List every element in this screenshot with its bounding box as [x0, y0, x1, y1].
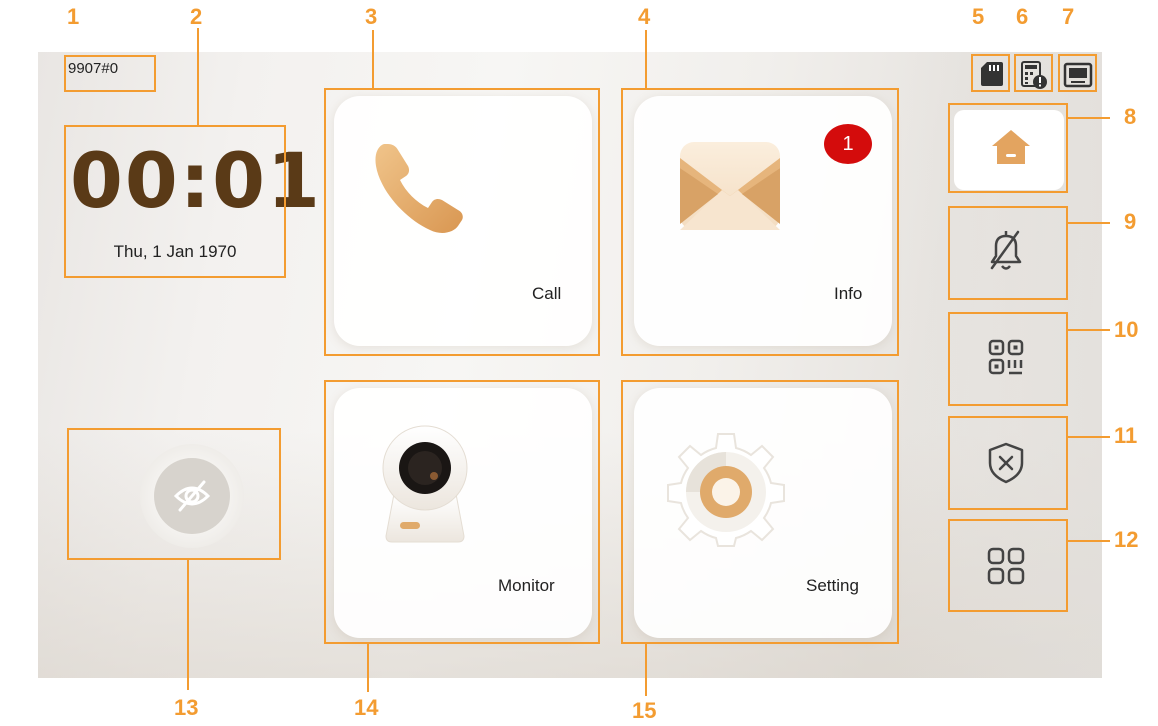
callout-number-15: 15	[632, 698, 657, 723]
callout-box-4	[621, 88, 899, 356]
leader-3	[372, 30, 374, 88]
callout-number-8: 8	[1124, 104, 1137, 129]
callout-box-12	[948, 519, 1068, 612]
leader-2	[197, 28, 199, 125]
callout-box-1	[64, 55, 156, 92]
callout-number-10: 10	[1114, 317, 1139, 342]
callout-box-5	[971, 54, 1010, 92]
callout-number-1: 1	[67, 4, 80, 29]
leader-9	[1068, 222, 1110, 224]
leader-4	[645, 30, 647, 88]
leader-10	[1068, 329, 1110, 331]
callout-box-6	[1014, 54, 1053, 92]
leader-11	[1068, 436, 1110, 438]
leader-15	[645, 644, 647, 696]
leader-12	[1068, 540, 1110, 542]
callout-number-5: 5	[972, 4, 985, 29]
callout-box-15	[621, 380, 899, 644]
callout-number-14: 14	[354, 695, 379, 720]
leader-14	[367, 644, 369, 692]
callout-number-12: 12	[1114, 527, 1139, 552]
callout-number-7: 7	[1062, 4, 1075, 29]
callout-number-4: 4	[638, 4, 651, 29]
callout-box-13	[67, 428, 281, 560]
callout-number-6: 6	[1016, 4, 1029, 29]
callout-number-2: 2	[190, 4, 203, 29]
callout-box-9	[948, 206, 1068, 300]
callout-box-8	[948, 103, 1068, 193]
callout-number-13: 13	[174, 695, 199, 720]
callout-box-10	[948, 312, 1068, 406]
leader-13	[187, 560, 189, 690]
leader-8	[1068, 117, 1110, 119]
callout-number-9: 9	[1124, 209, 1137, 234]
callout-box-7	[1058, 54, 1097, 92]
callout-box-2	[64, 125, 286, 278]
callout-number-3: 3	[365, 4, 378, 29]
callout-box-14	[324, 380, 600, 644]
callout-box-11	[948, 416, 1068, 510]
callout-box-3	[324, 88, 600, 356]
callout-number-11: 11	[1114, 423, 1138, 448]
